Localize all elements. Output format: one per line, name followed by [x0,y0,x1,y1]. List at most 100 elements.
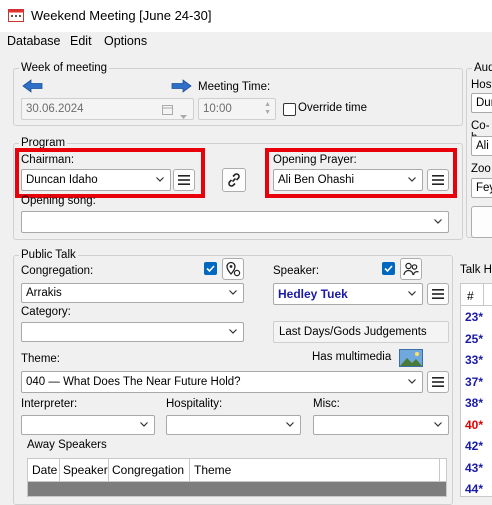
has-multimedia-label: Has multimedia [312,351,392,363]
chevron-down-icon [286,422,294,427]
app-calendar-icon [8,9,24,22]
chevron-down-icon [408,177,416,182]
week-date-value: 30.06.2024 [26,103,84,115]
speaker-select[interactable]: Hedley Tuek [273,283,423,305]
window-title: Weekend Meeting [June 24-30] [31,8,212,23]
next-week-arrow-icon[interactable] [170,79,192,93]
zoom-value: Fey [476,182,492,194]
talk-history-header: # [461,284,492,306]
host-value: Dun [476,97,492,109]
zoom-select[interactable]: Fey [471,178,492,198]
speaker-people-button[interactable] [400,258,422,280]
category-label: Category: [21,306,71,318]
meeting-time-input[interactable]: 10:00 ▲ ▼ [198,98,276,120]
opening-prayer-menu-button[interactable] [427,169,449,191]
zoom-label: Zoo [471,163,491,175]
check-icon [384,265,393,273]
host-label: Host [471,79,492,91]
theme-select[interactable]: 040 — What Does The Near Future Hold? [21,371,423,393]
theme-menu-button[interactable] [427,371,449,393]
location-settings-icon [226,261,241,277]
chairman-select[interactable]: Duncan Idaho [21,169,171,191]
congregation-select[interactable]: Arrakis [21,283,244,303]
opening-prayer-select[interactable]: Ali Ben Ohashi [273,169,423,191]
meeting-time-label: Meeting Time: [198,81,271,93]
meeting-time-value: 10:00 [203,103,232,115]
hospitality-label: Hospitality: [166,398,223,410]
menu-lines-icon [432,289,444,299]
cohost-select[interactable]: Ali [471,136,492,156]
chairman-menu-button[interactable] [173,169,195,191]
talk-category-text: Last Days/Gods Judgements [279,326,427,338]
multimedia-image-icon[interactable] [399,349,423,367]
link-button[interactable] [222,168,246,192]
interpreter-label: Interpreter: [21,398,78,410]
speaker-label: Speaker: [273,265,320,277]
congregation-value: Arrakis [26,287,62,299]
chevron-down-icon [408,379,416,384]
talk-history-row[interactable]: 43* [465,461,483,475]
misc-select[interactable] [313,415,449,435]
opening-prayer-value: Ali Ben Ohashi [278,174,355,186]
hospitality-select[interactable] [166,415,301,435]
talk-history-label: Talk His [460,264,492,276]
check-icon [206,265,215,273]
congregation-location-button[interactable] [222,258,244,280]
talk-history-row[interactable]: 40* [465,418,483,432]
talk-history-row[interactable]: 38* [465,396,483,410]
menu-database[interactable]: Database [7,34,61,48]
week-date-picker[interactable]: 30.06.2024 [21,98,194,120]
link-icon [228,173,240,187]
talk-history-row[interactable]: 44* [465,482,483,496]
talk-history-list[interactable]: # 23* 25* 33* 37* 38* 40* 42* 43* 44* [460,283,492,497]
column-speaker[interactable]: Speaker [63,463,108,477]
menu-lines-icon [432,377,444,387]
column-congregation[interactable]: Congregation [112,463,184,477]
talk-history-row[interactable]: 37* [465,375,483,389]
previous-week-arrow-icon[interactable] [22,79,44,93]
talk-history-row[interactable]: 42* [465,439,483,453]
talk-history-row[interactable]: 25* [465,332,483,346]
override-time-label: Override time [298,102,368,114]
public-talk-group-label: Public Talk [19,249,78,261]
congregation-checkbox[interactable] [204,262,217,275]
menu-options[interactable]: Options [104,34,147,48]
chevron-down-icon [434,422,442,427]
talk-history-row[interactable]: 23* [465,310,483,324]
chevron-down-icon [408,291,416,296]
category-select[interactable] [21,322,244,342]
chevron-down-icon [156,177,164,182]
host-select[interactable]: Dun [471,93,492,113]
talk-history-row[interactable]: 33* [465,353,483,367]
chevron-down-icon [140,422,148,427]
chairman-value: Duncan Idaho [26,174,98,186]
speaker-menu-button[interactable] [427,283,449,305]
theme-label: Theme: [21,353,60,365]
chevron-down-icon [229,329,237,334]
cohost-value: Ali [476,140,489,152]
people-icon [403,262,419,276]
calendar-icon[interactable] [162,104,173,118]
chevron-down-icon [229,290,237,295]
talk-category-display: Last Days/Gods Judgements [273,321,449,343]
menu-edit[interactable]: Edit [70,34,92,48]
chairman-label: Chairman: [21,154,75,166]
speaker-value: Hedley Tuek [278,287,348,301]
talk-history-number-column[interactable]: # [467,289,474,303]
theme-value: 040 — What Does The Near Future Hold? [26,376,241,388]
opening-prayer-label: Opening Prayer: [273,154,357,166]
menu-lines-icon [178,175,190,185]
date-dropdown-icon[interactable] [180,108,187,122]
interpreter-select[interactable] [21,415,155,435]
opening-song-select[interactable] [21,211,449,233]
audio-group-label: Aud [472,62,492,74]
time-spin-icon[interactable]: ▲ ▼ [264,101,271,117]
away-speakers-label: Away Speakers [27,439,107,451]
override-time-checkbox[interactable] [283,103,296,116]
audio-extra-button[interactable] [471,206,492,238]
column-theme[interactable]: Theme [194,463,231,477]
speaker-checkbox[interactable] [382,262,395,275]
congregation-label: Congregation: [21,265,94,277]
column-date[interactable]: Date [32,463,57,477]
week-group-label: Week of meeting [19,62,110,74]
